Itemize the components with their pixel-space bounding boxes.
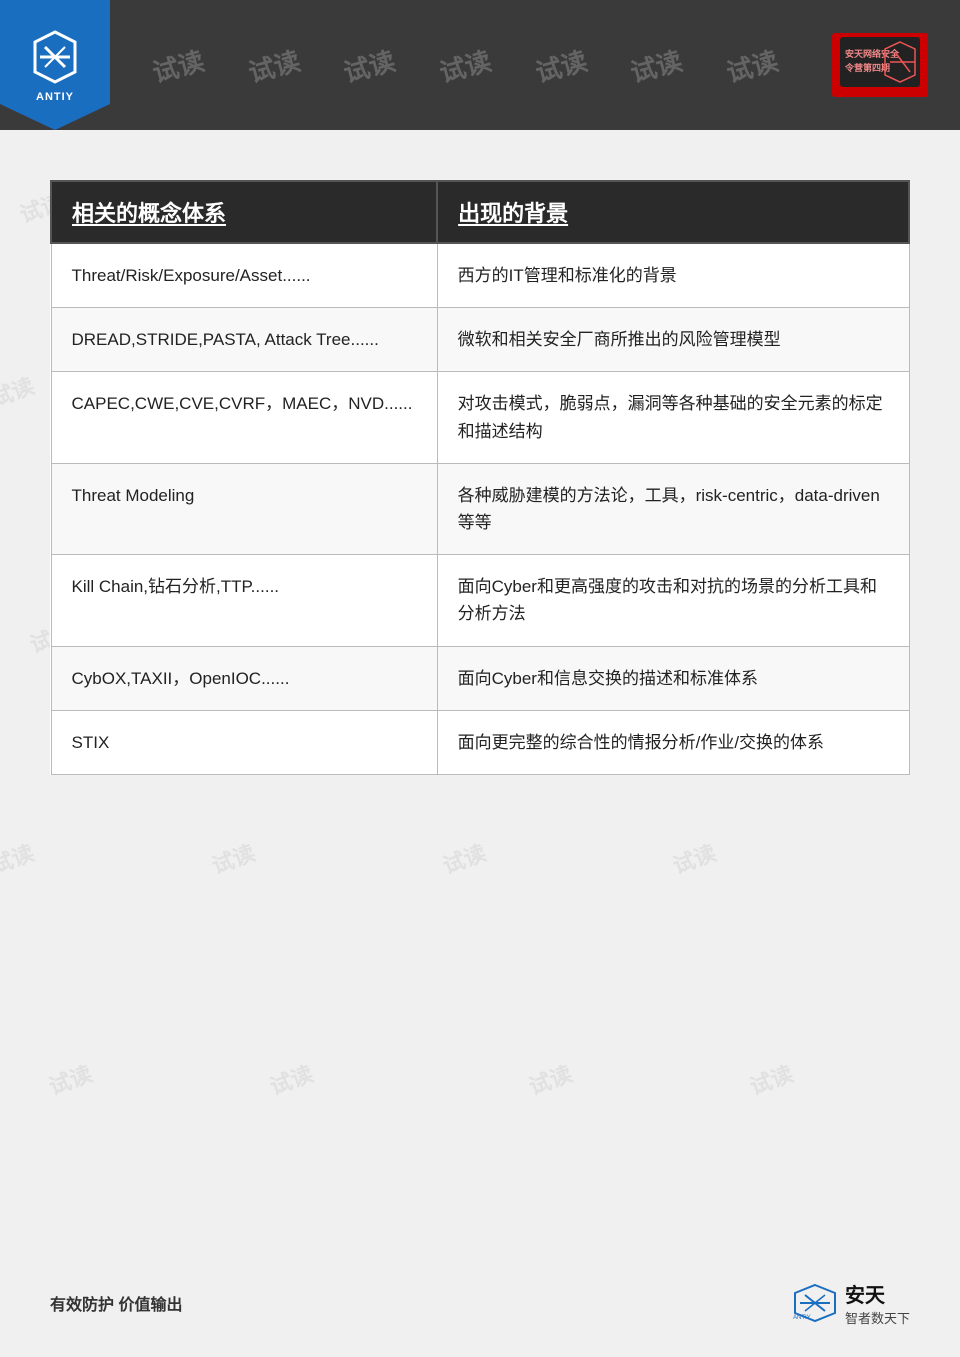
header-wm-2: 试读: [244, 40, 304, 89]
page-wm: 试读: [524, 1056, 576, 1101]
logo-box: ANTIY: [0, 0, 110, 130]
table-cell-col1: Kill Chain,钻石分析,TTP......: [51, 555, 437, 646]
page-wm: 试读: [668, 835, 720, 880]
table-row: Kill Chain,钻石分析,TTP......面向Cyber和更高强度的攻击…: [51, 555, 909, 646]
footer-logo-text-block: 安天 智者数天下: [845, 1279, 910, 1327]
table-row: Threat/Risk/Exposure/Asset......西方的IT管理和…: [51, 243, 909, 308]
footer-logo: ANTIY 安天 智者数天下: [790, 1279, 910, 1327]
page-wm: 试读: [0, 835, 39, 880]
col2-header: 出现的背景: [437, 181, 909, 243]
header: ANTIY 试读 试读 试读 试读 试读 试读 试读 安天网络安全 令营第四期: [0, 0, 960, 130]
table-cell-col2: 面向更完整的综合性的情报分析/作业/交换的体系: [437, 710, 909, 774]
header-wm-1: 试读: [148, 40, 208, 89]
logo-text: ANTIY: [36, 91, 74, 103]
table-cell-col1: STIX: [51, 710, 437, 774]
table-cell-col2: 微软和相关安全厂商所推出的风险管理模型: [437, 308, 909, 372]
header-logo-right: 安天网络安全 令营第四期: [820, 25, 940, 105]
table-cell-col2: 西方的IT管理和标准化的背景: [437, 243, 909, 308]
header-wm-5: 试读: [531, 40, 591, 89]
footer-logo-icon: ANTIY: [790, 1283, 840, 1323]
header-wm-4: 试读: [435, 40, 495, 89]
footer-tagline: 智者数天下: [845, 1308, 910, 1327]
table-row: CybOX,TAXII，OpenIOC......面向Cyber和信息交换的描述…: [51, 646, 909, 710]
table-cell-col2: 面向Cyber和更高强度的攻击和对抗的场景的分析工具和分析方法: [437, 555, 909, 646]
header-watermarks: 试读 试读 试读 试读 试读 试读 试读: [110, 47, 820, 84]
header-wm-6: 试读: [626, 40, 686, 89]
table-cell-col1: CAPEC,CWE,CVE,CVRF，MAEC，NVD......: [51, 372, 437, 463]
footer: 有效防护 价值输出 ANTIY 安天 智者数天下: [0, 1279, 960, 1327]
page-wm: 试读: [44, 1056, 96, 1101]
header-wm-3: 试读: [339, 40, 399, 89]
svg-text:令营第四期: 令营第四期: [844, 62, 890, 73]
table-cell-col1: DREAD,STRIDE,PASTA, Attack Tree......: [51, 308, 437, 372]
page-wm: 试读: [265, 1056, 317, 1101]
antiy-badge: 安天网络安全 令营第四期: [832, 33, 928, 97]
main-content: 相关的概念体系 出现的背景 Threat/Risk/Exposure/Asset…: [0, 130, 960, 815]
footer-left-text: 有效防护 价值输出: [50, 1291, 182, 1315]
table-row: DREAD,STRIDE,PASTA, Attack Tree......微软和…: [51, 308, 909, 372]
table-row: CAPEC,CWE,CVE,CVRF，MAEC，NVD......对攻击模式，脆…: [51, 372, 909, 463]
table-cell-col2: 各种威胁建模的方法论，工具，risk-centric，data-driven等等: [437, 463, 909, 554]
main-table: 相关的概念体系 出现的背景 Threat/Risk/Exposure/Asset…: [50, 180, 910, 775]
page-wm: 试读: [437, 835, 489, 880]
table-cell-col1: Threat Modeling: [51, 463, 437, 554]
table-header-row: 相关的概念体系 出现的背景: [51, 181, 909, 243]
right-logo-svg: 安天网络安全 令营第四期: [840, 37, 920, 87]
page-wm: 试读: [207, 835, 259, 880]
footer-brand: 安天: [845, 1279, 910, 1308]
header-wm-7: 试读: [722, 40, 782, 89]
svg-text:ANTIY: ANTIY: [793, 1315, 811, 1321]
table-cell-col1: CybOX,TAXII，OpenIOC......: [51, 646, 437, 710]
antiy-logo-icon: [25, 27, 85, 87]
table-cell-col2: 对攻击模式，脆弱点，漏洞等各种基础的安全元素的标定和描述结构: [437, 372, 909, 463]
table-row: STIX面向更完整的综合性的情报分析/作业/交换的体系: [51, 710, 909, 774]
page-wm: 试读: [745, 1056, 797, 1101]
table-cell-col1: Threat/Risk/Exposure/Asset......: [51, 243, 437, 308]
footer-right: ANTIY 安天 智者数天下: [790, 1279, 910, 1327]
table-row: Threat Modeling各种威胁建模的方法论，工具，risk-centri…: [51, 463, 909, 554]
svg-text:安天网络安全: 安天网络安全: [845, 48, 900, 59]
table-cell-col2: 面向Cyber和信息交换的描述和标准体系: [437, 646, 909, 710]
col1-header: 相关的概念体系: [51, 181, 437, 243]
